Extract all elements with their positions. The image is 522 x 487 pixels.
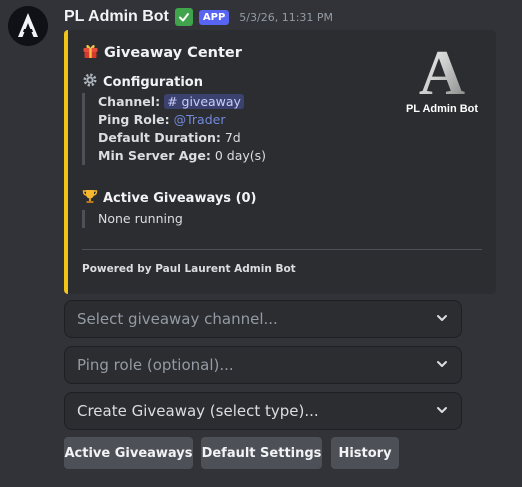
duration-row: Default Duration: 7d <box>98 129 266 147</box>
chevron-down-icon <box>435 310 449 329</box>
channel-label: Channel: <box>98 94 161 109</box>
embed-footer: Powered by Paul Laurent Admin Bot <box>82 263 296 275</box>
active-giveaways-heading: Active Giveaways (0) <box>82 188 257 208</box>
check-mark-icon <box>174 8 193 26</box>
trophy-icon <box>82 188 98 208</box>
embed-thumbnail[interactable]: A PL Admin Bot <box>398 37 486 120</box>
thumbnail-brand-text: PL Admin Bot <box>406 103 478 115</box>
gear-icon <box>82 72 98 92</box>
configuration-heading: Configuration <box>82 72 203 92</box>
role-mention[interactable]: @Trader <box>174 112 226 127</box>
message-header: PL Admin Bot APP 5/3/26, 11:31 PM <box>64 7 333 27</box>
thumbnail-letter: A <box>419 42 465 108</box>
channel-select[interactable]: Select giveaway channel... <box>64 300 462 338</box>
channel-row: Channel: # giveaway <box>98 93 266 111</box>
ping-role-select[interactable]: Ping role (optional)... <box>64 346 462 384</box>
configuration-block: Channel: # giveaway Ping Role: @Trader D… <box>82 93 266 165</box>
embed-title: Giveaway Center <box>82 42 242 63</box>
duration-value: 7d <box>224 130 241 145</box>
ping-role-label: Ping Role: <box>98 112 170 127</box>
duration-label: Default Duration: <box>98 130 221 145</box>
bot-avatar[interactable] <box>8 6 48 46</box>
chevron-down-icon <box>435 402 449 421</box>
channel-select-placeholder: Select giveaway channel... <box>77 310 278 328</box>
create-giveaway-select[interactable]: Create Giveaway (select type)... <box>64 392 462 430</box>
active-giveaways-block: None running <box>82 210 183 228</box>
history-button[interactable]: History <box>331 437 399 469</box>
gift-icon <box>82 42 99 63</box>
server-age-row: Min Server Age: 0 day(s) <box>98 147 266 165</box>
chevron-down-icon <box>435 356 449 375</box>
active-giveaways-button[interactable]: Active Giveaways <box>64 437 193 469</box>
server-age-label: Min Server Age: <box>98 148 211 163</box>
embed-title-text: Giveaway Center <box>104 44 242 61</box>
default-settings-button[interactable]: Default Settings <box>201 437 322 469</box>
giveaway-embed: Giveaway Center A PL Admin Bot Configura… <box>64 30 496 294</box>
active-giveaways-title: Active Giveaways (0) <box>103 190 257 206</box>
message-timestamp: 5/3/26, 11:31 PM <box>239 10 334 24</box>
active-status: None running <box>98 211 183 226</box>
ping-role-select-placeholder: Ping role (optional)... <box>77 356 234 374</box>
server-age-value: 0 day(s) <box>214 148 267 163</box>
channel-mention[interactable]: # giveaway <box>164 94 244 109</box>
bot-username[interactable]: PL Admin Bot <box>64 8 169 26</box>
configuration-title: Configuration <box>103 74 203 90</box>
avatar-logo-icon <box>8 6 48 46</box>
create-giveaway-select-value: Create Giveaway (select type)... <box>77 402 319 420</box>
app-badge: APP <box>198 9 230 25</box>
embed-divider <box>82 249 482 250</box>
ping-role-row: Ping Role: @Trader <box>98 111 266 129</box>
